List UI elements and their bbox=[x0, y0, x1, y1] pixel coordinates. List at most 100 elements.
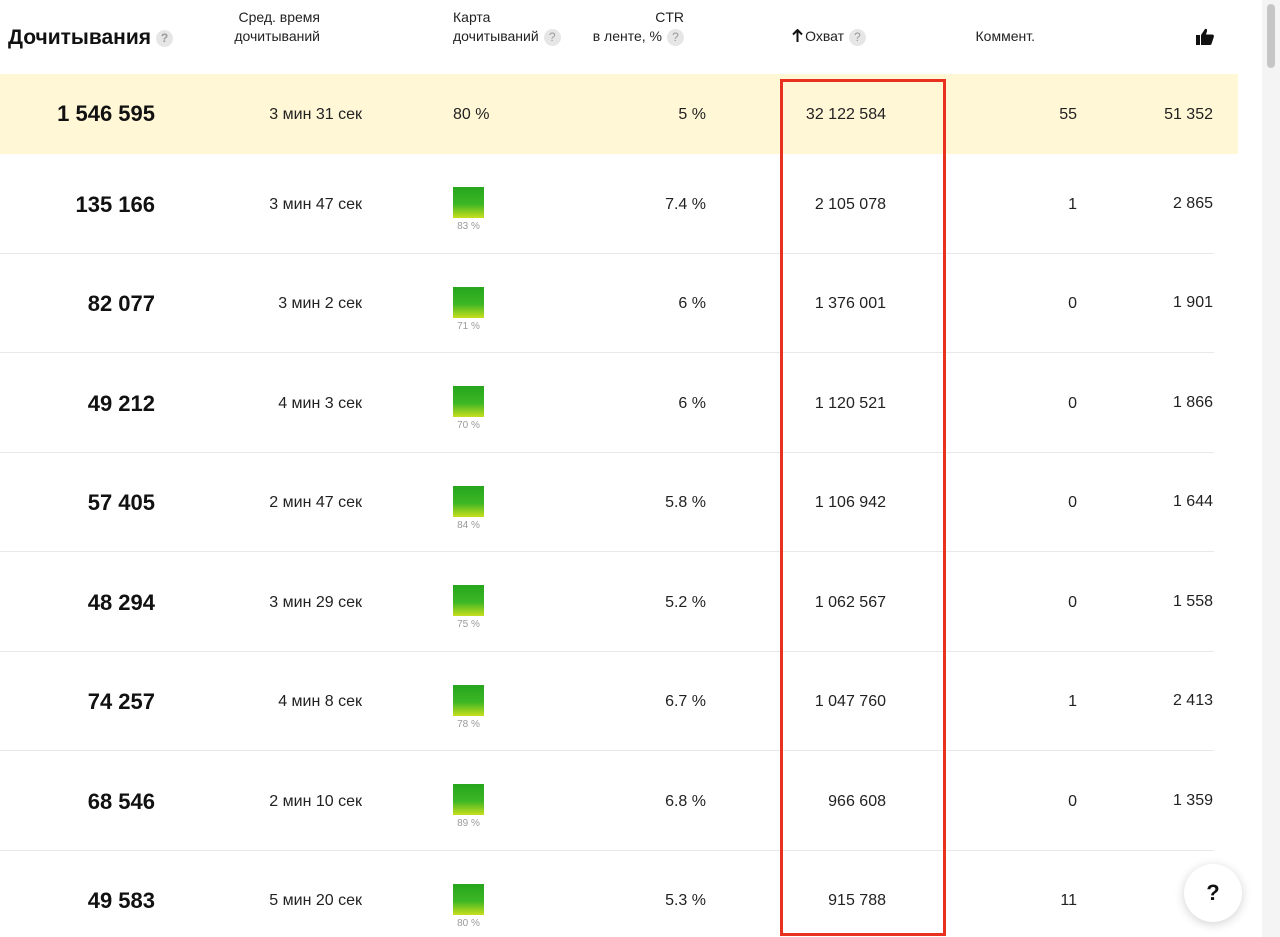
column-header-avg-time-line1: Сред. время bbox=[238, 9, 320, 25]
read-map-thumbnail[interactable] bbox=[453, 585, 484, 616]
column-header-likes[interactable] bbox=[1195, 28, 1215, 46]
ctr-value: 6 % bbox=[678, 395, 706, 412]
column-header-ctr-line2: в ленте, % bbox=[592, 28, 662, 44]
comments-value: 0 bbox=[1068, 594, 1077, 611]
column-header-reads[interactable]: Дочитывания? bbox=[8, 26, 174, 50]
comments-value: 11 bbox=[1060, 892, 1077, 909]
table-row[interactable]: 74 257 4 мин 8 сек 78 % 6.7 % 1 047 760 … bbox=[0, 652, 1238, 751]
reads-value: 57 405 bbox=[87, 490, 155, 515]
table-row[interactable]: 49 583 5 мин 20 сек 80 % 5.3 % 915 788 1… bbox=[0, 851, 1238, 937]
column-header-avg-time[interactable]: Сред. время дочитываний bbox=[234, 8, 320, 46]
comments-value: 0 bbox=[1068, 494, 1077, 511]
reach-value: 1 120 521 bbox=[814, 395, 886, 412]
column-header-read-map-line2: дочитываний bbox=[453, 28, 539, 44]
table-row[interactable]: 68 546 2 мин 10 сек 89 % 6.8 % 966 608 0… bbox=[0, 751, 1238, 851]
read-map-thumbnail[interactable] bbox=[453, 187, 484, 218]
read-map-thumbnail[interactable] bbox=[453, 287, 484, 318]
column-header-ctr[interactable]: CTR в ленте, %? bbox=[593, 8, 684, 46]
ctr-value: 6.7 % bbox=[665, 693, 706, 710]
likes-value: 2 865 bbox=[1172, 195, 1213, 212]
total-ctr: 5 % bbox=[678, 106, 706, 123]
reach-value: 1 062 567 bbox=[814, 594, 886, 611]
reads-value: 49 212 bbox=[87, 391, 155, 416]
likes-value: 2 413 bbox=[1172, 692, 1213, 709]
likes-value: 1 558 bbox=[1172, 593, 1213, 610]
avg-time-value: 3 мин 47 сек bbox=[269, 196, 362, 213]
help-icon[interactable]: ? bbox=[667, 28, 684, 46]
reads-value: 48 294 bbox=[87, 590, 155, 615]
table-row[interactable]: 135 166 3 мин 47 сек 83 % 7.4 % 2 105 07… bbox=[0, 154, 1238, 254]
table-row[interactable]: 48 294 3 мин 29 сек 75 % 5.2 % 1 062 567… bbox=[0, 552, 1238, 652]
reach-value: 1 376 001 bbox=[814, 295, 886, 312]
read-map-percent: 80 % bbox=[457, 918, 480, 929]
likes-value: 1 866 bbox=[1172, 394, 1213, 411]
total-row: 1 546 595 3 мин 31 сек 80 % 5 % 32 122 5… bbox=[0, 74, 1238, 154]
avg-time-value: 2 мин 10 сек bbox=[269, 793, 362, 810]
comments-value: 1 bbox=[1068, 693, 1077, 710]
reads-value: 82 077 bbox=[87, 291, 155, 316]
table-row[interactable]: 82 077 3 мин 2 сек 71 % 6 % 1 376 001 0 … bbox=[0, 254, 1238, 353]
total-read-map: 80 % bbox=[453, 106, 490, 123]
scrollbar-thumb[interactable] bbox=[1267, 4, 1275, 68]
read-map-thumbnail[interactable] bbox=[453, 486, 484, 517]
thumbs-up-icon bbox=[1196, 28, 1214, 45]
total-likes: 51 352 bbox=[1164, 106, 1213, 123]
reach-value: 915 788 bbox=[828, 892, 886, 909]
column-header-reach[interactable]: Охват? bbox=[792, 27, 866, 46]
avg-time-value: 3 мин 29 сек bbox=[269, 594, 362, 611]
avg-time-value: 5 мин 20 сек bbox=[269, 892, 362, 909]
reads-value: 135 166 bbox=[75, 192, 155, 217]
read-map-thumbnail[interactable] bbox=[453, 685, 484, 716]
ctr-value: 5.3 % bbox=[665, 892, 706, 909]
comments-value: 0 bbox=[1068, 395, 1077, 412]
comments-value: 0 bbox=[1068, 295, 1077, 312]
avg-time-value: 4 мин 3 сек bbox=[278, 395, 362, 412]
comments-value: 1 bbox=[1068, 196, 1077, 213]
read-map-percent: 84 % bbox=[457, 520, 480, 531]
column-header-read-map-line1: Карта bbox=[453, 9, 491, 25]
column-header-ctr-line1: CTR bbox=[655, 9, 684, 25]
read-map-thumbnail[interactable] bbox=[453, 784, 484, 815]
reach-value: 1 047 760 bbox=[814, 693, 886, 710]
column-header-read-map[interactable]: Карта дочитываний? bbox=[453, 8, 561, 46]
reads-value: 68 546 bbox=[87, 789, 155, 814]
column-header-comments-label: Коммент. bbox=[975, 28, 1035, 44]
table-row[interactable]: 57 405 2 мин 47 сек 84 % 5.8 % 1 106 942… bbox=[0, 453, 1238, 552]
ctr-value: 7.4 % bbox=[665, 196, 706, 213]
total-reach: 32 122 584 bbox=[805, 106, 886, 123]
avg-time-value: 2 мин 47 сек bbox=[269, 494, 362, 511]
likes-value: 1 644 bbox=[1172, 493, 1213, 510]
likes-value: 1 359 bbox=[1172, 792, 1213, 809]
likes-value: 1 901 bbox=[1172, 294, 1213, 311]
column-header-comments[interactable]: Коммент. bbox=[976, 27, 1035, 46]
ctr-value: 6.8 % bbox=[665, 793, 706, 810]
total-reads: 1 546 595 bbox=[57, 101, 155, 126]
read-map-percent: 70 % bbox=[457, 420, 480, 431]
read-map-thumbnail[interactable] bbox=[453, 884, 484, 915]
column-header-avg-time-line2: дочитываний bbox=[234, 28, 320, 44]
total-comments: 55 bbox=[1059, 106, 1077, 123]
column-header-reach-label: Охват bbox=[805, 28, 844, 44]
help-icon[interactable]: ? bbox=[849, 28, 866, 46]
help-icon[interactable]: ? bbox=[543, 28, 561, 46]
read-map-percent: 78 % bbox=[457, 719, 480, 730]
table-header: Дочитывания? Сред. время дочитываний Кар… bbox=[0, 0, 1238, 74]
help-button[interactable]: ? bbox=[1184, 864, 1242, 922]
ctr-value: 6 % bbox=[678, 295, 706, 312]
stats-table: Дочитывания? Сред. время дочитываний Кар… bbox=[0, 0, 1238, 937]
avg-time-value: 3 мин 2 сек bbox=[278, 295, 362, 312]
column-header-reads-label: Дочитывания bbox=[8, 26, 152, 49]
read-map-percent: 75 % bbox=[457, 619, 480, 630]
table-row[interactable]: 49 212 4 мин 3 сек 70 % 6 % 1 120 521 0 … bbox=[0, 353, 1238, 453]
total-avg-time: 3 мин 31 сек bbox=[269, 106, 362, 123]
read-map-thumbnail[interactable] bbox=[453, 386, 484, 417]
reads-value: 49 583 bbox=[87, 888, 155, 913]
avg-time-value: 4 мин 8 сек bbox=[278, 693, 362, 710]
vertical-scrollbar[interactable] bbox=[1262, 0, 1280, 937]
reach-value: 1 106 942 bbox=[814, 494, 886, 511]
reach-value: 2 105 078 bbox=[814, 196, 886, 213]
help-icon[interactable]: ? bbox=[156, 30, 174, 47]
sort-arrow-up-icon bbox=[792, 28, 803, 42]
reach-value: 966 608 bbox=[828, 793, 886, 810]
read-map-percent: 71 % bbox=[457, 321, 480, 332]
